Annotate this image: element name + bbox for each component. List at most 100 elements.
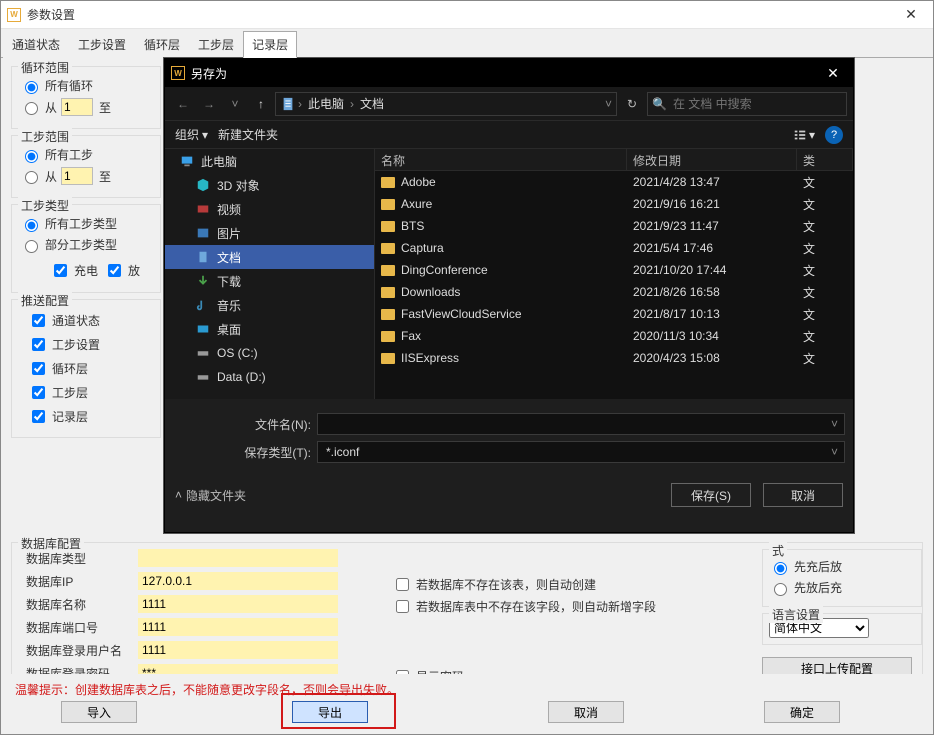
back-icon[interactable]: ← xyxy=(171,92,195,116)
tab-4[interactable]: 记录层 xyxy=(243,31,297,58)
push-check-4[interactable] xyxy=(32,410,45,423)
cancel-button[interactable]: 取消 xyxy=(548,701,624,723)
recent-icon[interactable]: ˅ xyxy=(223,92,247,116)
db-input-3[interactable] xyxy=(138,618,338,636)
crumb-seg[interactable]: 此电脑 xyxy=(304,95,348,112)
tab-0[interactable]: 通道状态 xyxy=(3,31,69,58)
search-input[interactable] xyxy=(671,96,842,112)
step-type-all-radio[interactable] xyxy=(25,219,38,232)
file-list[interactable]: 名称 修改日期 类 Adobe2021/4/28 13:47文Axure2021… xyxy=(375,149,853,399)
tree-item-5[interactable]: 下载 xyxy=(165,269,374,293)
up-icon[interactable]: ↑ xyxy=(249,92,273,116)
forward-icon[interactable]: → xyxy=(197,92,221,116)
db-input-5[interactable] xyxy=(138,664,338,674)
push-check-0[interactable] xyxy=(32,314,45,327)
push-check-2[interactable] xyxy=(32,362,45,375)
tabs: 通道状态工步设置循环层工步层记录层 xyxy=(1,31,933,58)
list-row[interactable]: BTS2021/9/23 11:47文 xyxy=(375,215,853,237)
label: Data (D:) xyxy=(217,370,266,384)
col-type[interactable]: 类 xyxy=(797,149,853,170)
upload-config-button[interactable]: 接口上传配置 xyxy=(762,657,912,674)
chevron-down-icon[interactable]: ˅ xyxy=(605,97,612,111)
loop-from-radio[interactable] xyxy=(25,102,38,115)
push-check-3[interactable] xyxy=(32,386,45,399)
import-button[interactable]: 导入 xyxy=(61,701,137,723)
push-check-1[interactable] xyxy=(32,338,45,351)
tree-item-1[interactable]: 3D 对象 xyxy=(165,173,374,197)
show-password-check[interactable] xyxy=(396,670,409,674)
hide-folders-toggle[interactable]: ˄隐藏文件夹 xyxy=(175,487,246,504)
tree-item-0[interactable]: 此电脑 xyxy=(165,149,374,173)
loop-from-input[interactable] xyxy=(61,98,93,116)
list-row[interactable]: Adobe2021/4/28 13:47文 xyxy=(375,171,853,193)
file-date: 2021/4/28 13:47 xyxy=(627,175,797,189)
label: 音乐 xyxy=(217,297,241,314)
db-input-0[interactable] xyxy=(138,549,338,567)
charge-check[interactable] xyxy=(54,264,67,277)
db-input-4[interactable] xyxy=(138,641,338,659)
tab-3[interactable]: 工步层 xyxy=(189,31,243,58)
chevron-down-icon[interactable]: ˅ xyxy=(831,417,838,431)
col-name[interactable]: 名称 xyxy=(375,149,627,170)
folder-icon xyxy=(381,243,395,254)
organize-button[interactable]: 组织▾ xyxy=(175,126,208,143)
step-from-radio[interactable] xyxy=(25,171,38,184)
db-input-2[interactable] xyxy=(138,595,338,613)
crumb-seg[interactable]: 文档 xyxy=(356,95,388,112)
file-type: 文 xyxy=(797,196,853,213)
list-row[interactable]: Fax2020/11/3 10:34文 xyxy=(375,325,853,347)
filetype-select[interactable]: ˅ xyxy=(317,441,845,463)
step-scope-group: 工步范围 所有工步 从 至 xyxy=(11,135,161,198)
db-label: 数据库登录用户名 xyxy=(20,642,130,659)
newfolder-button[interactable]: 新建文件夹 xyxy=(218,126,278,143)
tree-item-9[interactable]: Data (D:) xyxy=(165,365,374,389)
fill-b-radio[interactable] xyxy=(774,583,787,596)
col-date[interactable]: 修改日期 xyxy=(627,149,797,170)
search-box[interactable]: 🔍 xyxy=(647,92,847,116)
tree-item-2[interactable]: 视频 xyxy=(165,197,374,221)
label: 所有循环 xyxy=(45,77,93,94)
dialog-cancel-button[interactable]: 取消 xyxy=(763,483,843,507)
step-from-input[interactable] xyxy=(61,167,93,185)
view-button[interactable]: ▾ xyxy=(793,128,815,142)
auto-add-field-check[interactable] xyxy=(396,600,409,613)
step-type-part-radio[interactable] xyxy=(25,240,38,253)
filename-input-wrap[interactable]: ˅ xyxy=(317,413,845,435)
list-row[interactable]: Captura2021/5/4 17:46文 xyxy=(375,237,853,259)
list-row[interactable]: DingConference2021/10/20 17:44文 xyxy=(375,259,853,281)
help-icon[interactable]: ? xyxy=(825,126,843,144)
refresh-icon[interactable]: ↻ xyxy=(619,92,645,116)
tree-item-6[interactable]: 音乐 xyxy=(165,293,374,317)
label: 图片 xyxy=(217,225,241,242)
list-row[interactable]: Downloads2021/8/26 16:58文 xyxy=(375,281,853,303)
tab-1[interactable]: 工步设置 xyxy=(69,31,135,58)
step-all-radio[interactable] xyxy=(25,150,38,163)
list-row[interactable]: FastViewCloudService2021/8/17 10:13文 xyxy=(375,303,853,325)
ok-button[interactable]: 确定 xyxy=(764,701,840,723)
filename-input[interactable] xyxy=(324,416,831,432)
tree-item-8[interactable]: OS (C:) xyxy=(165,341,374,365)
tree-item-3[interactable]: 图片 xyxy=(165,221,374,245)
app-icon: W xyxy=(171,66,185,80)
fill-a-radio[interactable] xyxy=(774,562,787,575)
auto-create-table-check[interactable] xyxy=(396,578,409,591)
disc-check[interactable] xyxy=(108,264,121,277)
chevron-down-icon[interactable]: ˅ xyxy=(831,445,838,459)
close-icon[interactable]: ✕ xyxy=(813,59,853,87)
save-button[interactable]: 保存(S) xyxy=(671,483,751,507)
cube-icon xyxy=(195,177,211,193)
file-date: 2021/9/16 16:21 xyxy=(627,197,797,211)
tab-2[interactable]: 循环层 xyxy=(135,31,189,58)
list-header[interactable]: 名称 修改日期 类 xyxy=(375,149,853,171)
tree-item-7[interactable]: 桌面 xyxy=(165,317,374,341)
list-row[interactable]: IISExpress2020/4/23 15:08文 xyxy=(375,347,853,369)
tree-item-4[interactable]: 文档 xyxy=(165,245,374,269)
view-icon xyxy=(793,128,807,142)
breadcrumb[interactable]: › 此电脑 › 文档 ˅ xyxy=(275,92,617,116)
loop-all-radio[interactable] xyxy=(25,81,38,94)
db-input-1[interactable] xyxy=(138,572,338,590)
folder-tree[interactable]: 此电脑3D 对象视频图片文档下载音乐桌面OS (C:) Data (D:) xyxy=(165,149,375,399)
list-row[interactable]: Axure2021/9/16 16:21文 xyxy=(375,193,853,215)
export-button[interactable]: 导出 xyxy=(292,701,368,723)
window-close-icon[interactable]: ✕ xyxy=(889,1,933,29)
